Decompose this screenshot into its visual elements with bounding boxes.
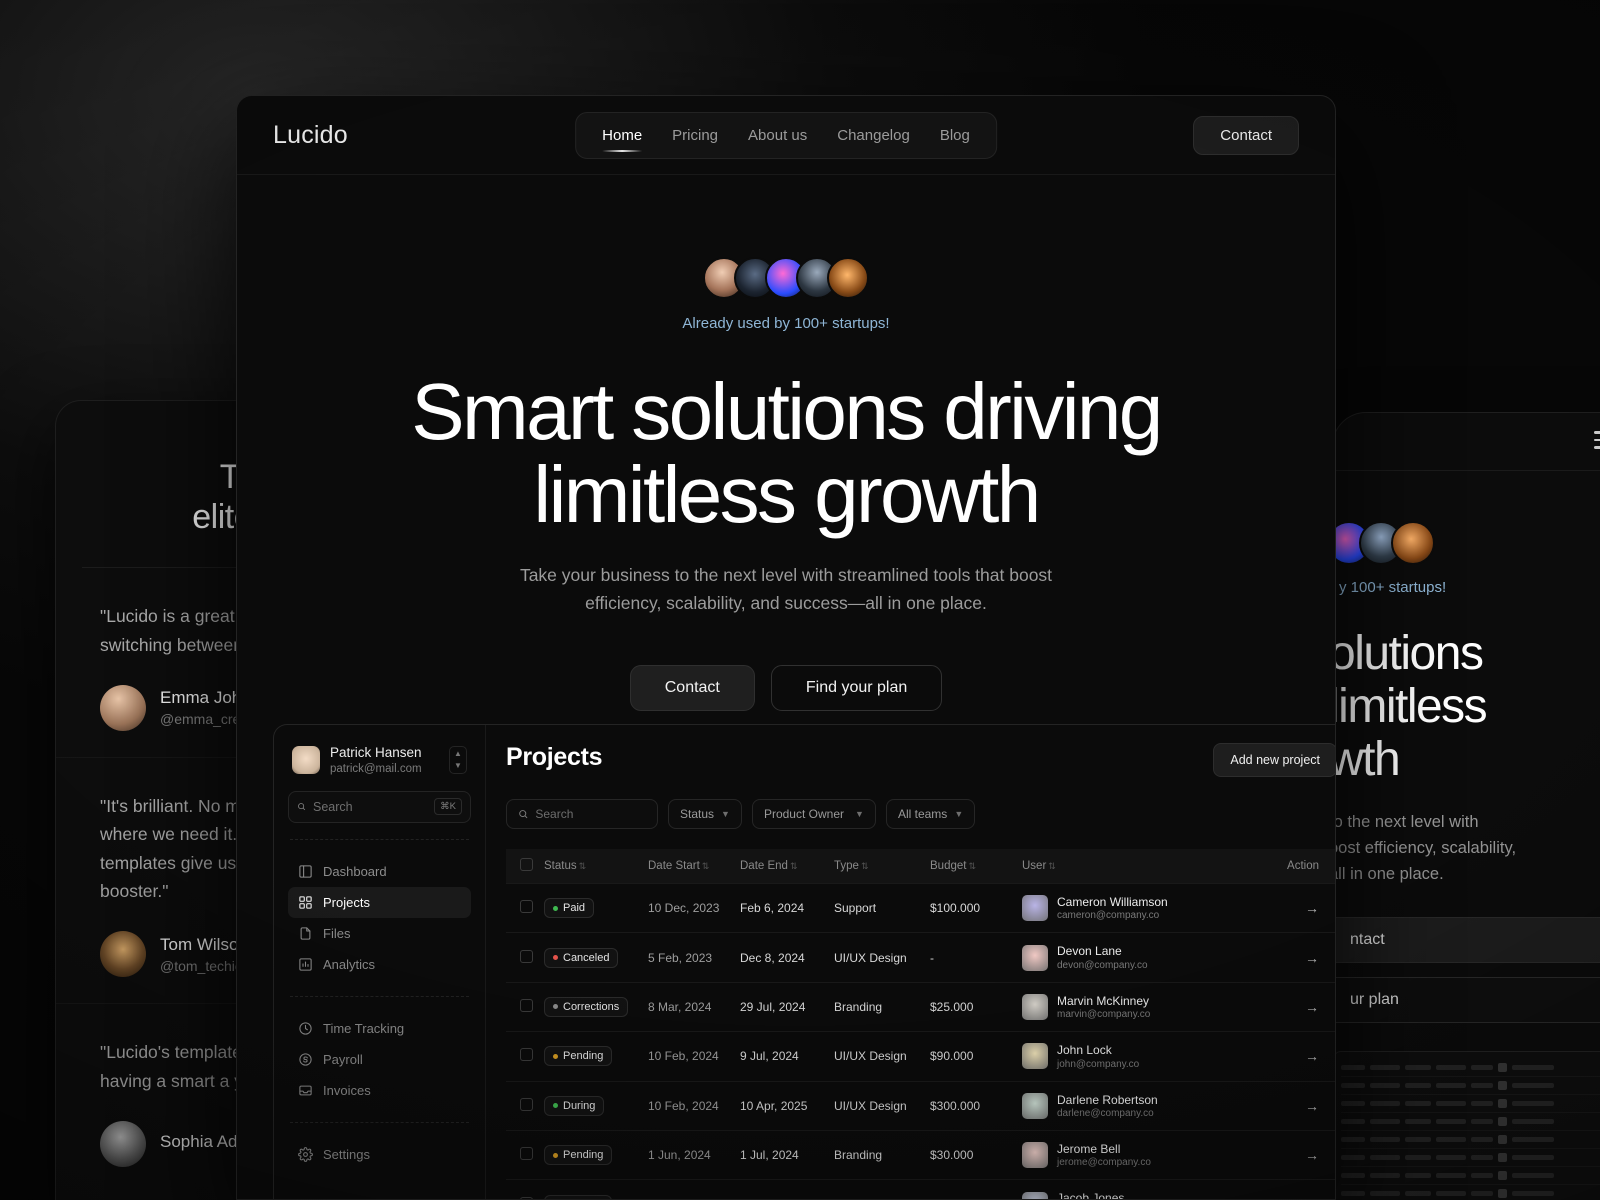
vignette-overlay bbox=[0, 0, 1600, 1200]
